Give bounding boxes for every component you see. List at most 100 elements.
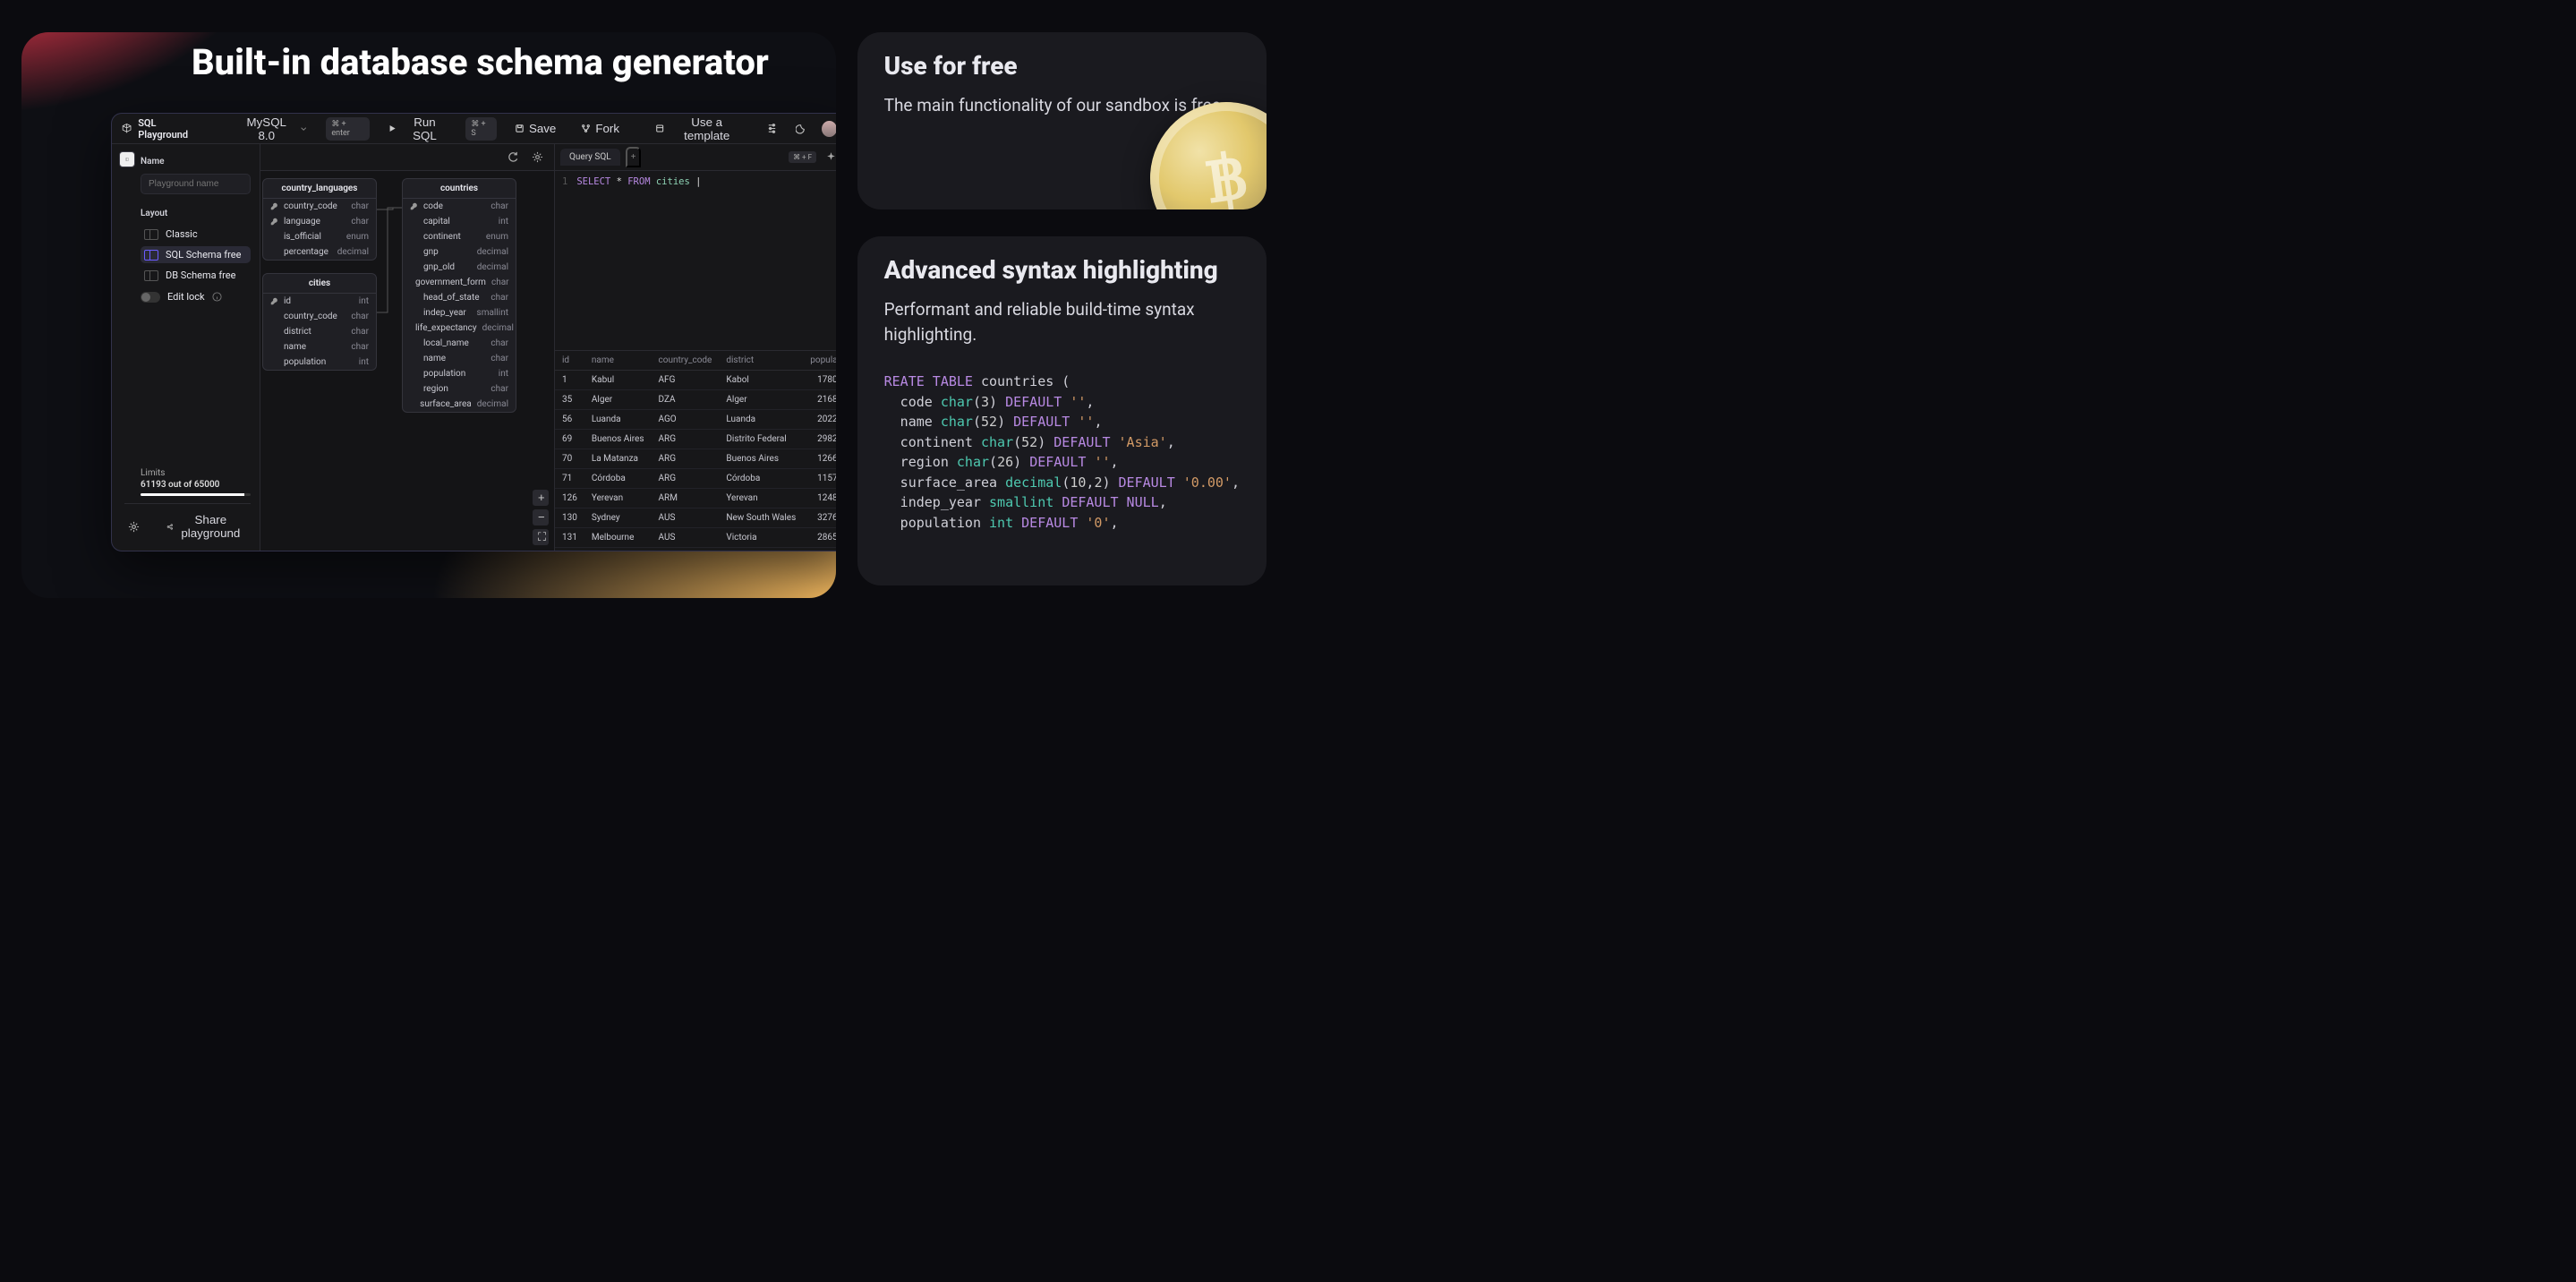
table-row[interactable]: 131MelbourneAUSVictoria2865329 bbox=[555, 528, 836, 548]
save-label: Save bbox=[529, 122, 556, 135]
key-icon bbox=[270, 202, 278, 210]
moon-icon bbox=[796, 123, 807, 134]
format-button[interactable] bbox=[822, 148, 836, 167]
template-icon bbox=[655, 124, 664, 133]
app-topbar: SQL Playground MySQL 8.0 ⌘ + enter Run S… bbox=[112, 114, 836, 144]
sidebar-collapse[interactable] bbox=[119, 151, 135, 167]
schema-refresh[interactable] bbox=[504, 148, 523, 167]
avatar[interactable] bbox=[822, 121, 836, 137]
schema-settings[interactable] bbox=[528, 148, 547, 167]
app-window: SQL Playground MySQL 8.0 ⌘ + enter Run S… bbox=[111, 113, 836, 551]
layout-option[interactable]: SQL Schema free bbox=[141, 246, 251, 263]
zoom-out[interactable]: − bbox=[533, 509, 549, 526]
card-free-title: Use for free bbox=[884, 52, 1240, 81]
play-icon bbox=[388, 124, 397, 133]
template-label: Use a template bbox=[669, 115, 745, 142]
run-shortcut: ⌘ + enter bbox=[326, 117, 370, 141]
db-engine-select[interactable]: MySQL 8.0 bbox=[232, 113, 316, 146]
layout-label: Layout bbox=[141, 209, 251, 218]
card-free: Use for free The main functionality of o… bbox=[857, 32, 1267, 209]
zoom-fit[interactable]: ⛶ bbox=[533, 529, 549, 545]
table-row[interactable]: 71CórdobaARGCórdoba1157507 bbox=[555, 469, 836, 489]
entity-column: languagechar bbox=[263, 214, 376, 229]
brand-label: SQL Playground bbox=[138, 117, 204, 141]
entity-column: country_codechar bbox=[263, 309, 376, 324]
hero-card: Built-in database schema generator SQL P… bbox=[21, 32, 836, 598]
layout-label: DB Schema free bbox=[166, 269, 235, 281]
col-header[interactable]: district bbox=[719, 351, 803, 371]
entity-column: populationint bbox=[263, 355, 376, 370]
run-sql-button[interactable]: Run SQL bbox=[380, 113, 455, 146]
layout-option[interactable]: Classic bbox=[141, 226, 251, 243]
key-icon bbox=[270, 218, 278, 226]
layout-option[interactable]: DB Schema free bbox=[141, 267, 251, 284]
entity-column: capitalint bbox=[403, 214, 516, 229]
entity-countries[interactable]: countriescodecharcapitalintcontinentenum… bbox=[402, 178, 516, 413]
table-row[interactable]: 130SydneyAUSNew South Wales3276207 bbox=[555, 509, 836, 528]
use-template-button[interactable]: Use a template bbox=[648, 113, 752, 146]
playground-name-input[interactable] bbox=[141, 174, 251, 194]
entity-title: country_languages bbox=[263, 179, 376, 199]
entity-column: regionchar bbox=[403, 381, 516, 397]
info-icon[interactable] bbox=[212, 292, 222, 302]
share-icon bbox=[166, 522, 174, 532]
fork-button[interactable]: Fork bbox=[574, 118, 627, 139]
schema-canvas[interactable]: country_languages country_codechar languag… bbox=[260, 171, 554, 551]
fork-icon bbox=[581, 124, 591, 133]
key-icon bbox=[410, 202, 418, 210]
layout-icon bbox=[144, 250, 158, 261]
layout-label: Classic bbox=[166, 228, 198, 240]
run-label: Run SQL bbox=[402, 115, 448, 142]
gear-icon bbox=[532, 151, 543, 163]
add-tab[interactable]: + bbox=[626, 147, 642, 167]
edit-lock-toggle[interactable] bbox=[141, 292, 160, 303]
entity-column: is_officialenum bbox=[263, 229, 376, 244]
entity-column: continentenum bbox=[403, 229, 516, 244]
limits-label: Limits bbox=[141, 468, 251, 478]
settings-gear-button[interactable] bbox=[124, 517, 143, 536]
gear-icon bbox=[128, 521, 140, 533]
syntax-code-sample: REATE TABLE countries ( code char(3) DEF… bbox=[884, 372, 1240, 533]
save-icon bbox=[515, 124, 525, 133]
app-brand: SQL Playground bbox=[121, 117, 205, 141]
format-shortcut: ⌘ + F bbox=[789, 151, 816, 163]
entity-column: gnpdecimal bbox=[403, 244, 516, 260]
layout-icon bbox=[144, 229, 158, 240]
entity-country-languages[interactable]: country_languagescountry_codecharlanguag… bbox=[262, 178, 377, 261]
refresh-icon bbox=[508, 151, 519, 163]
entity-cities[interactable]: citiesidintcountry_codechardistrictcharn… bbox=[262, 273, 377, 371]
sidebar: Name Layout Classic SQL Schema free DB Sch… bbox=[112, 144, 260, 551]
save-button[interactable]: Save bbox=[508, 118, 563, 139]
query-tab-label: Query SQL bbox=[569, 152, 611, 162]
zoom-in[interactable]: + bbox=[533, 490, 549, 506]
col-header[interactable]: population bbox=[803, 351, 835, 371]
layout-label: SQL Schema free bbox=[166, 249, 241, 261]
entity-column: namechar bbox=[403, 351, 516, 366]
entity-column: indep_yearsmallint bbox=[403, 305, 516, 320]
settings-button[interactable] bbox=[763, 119, 781, 138]
share-label: Share playground bbox=[178, 513, 243, 540]
entity-column: head_of_statechar bbox=[403, 290, 516, 305]
query-tab[interactable]: Query SQL bbox=[560, 149, 620, 166]
limits: Limits 61193 out of 65000 bbox=[141, 468, 251, 496]
entity-title: cities bbox=[263, 274, 376, 294]
card-syntax-title: Advanced syntax highlighting bbox=[884, 256, 1240, 285]
entity-column: local_namechar bbox=[403, 336, 516, 351]
entity-column: gnp_olddecimal bbox=[403, 260, 516, 275]
table-row[interactable]: 126YerevanARMYerevan1248700 bbox=[555, 489, 836, 509]
entity-column: districtchar bbox=[263, 324, 376, 339]
sparkle-icon bbox=[825, 151, 836, 163]
entity-column: life_expectancydecimal bbox=[403, 320, 516, 336]
card-syntax-body: Performant and reliable build-time synta… bbox=[884, 297, 1240, 346]
name-label: Name bbox=[141, 157, 251, 167]
share-button[interactable]: Share playground bbox=[159, 509, 251, 543]
save-shortcut: ⌘ + S bbox=[465, 117, 497, 141]
chevron-down-icon bbox=[299, 124, 308, 133]
theme-toggle[interactable] bbox=[792, 119, 811, 138]
table-row[interactable]: 70La MatanzaARGBuenos Aires1266461 bbox=[555, 449, 836, 469]
fork-label: Fork bbox=[595, 122, 619, 135]
sliders-icon bbox=[766, 123, 778, 134]
db-engine-label: MySQL 8.0 bbox=[239, 115, 294, 142]
entity-column: namechar bbox=[263, 339, 376, 355]
card-syntax: Advanced syntax highlighting Performant … bbox=[857, 236, 1267, 585]
